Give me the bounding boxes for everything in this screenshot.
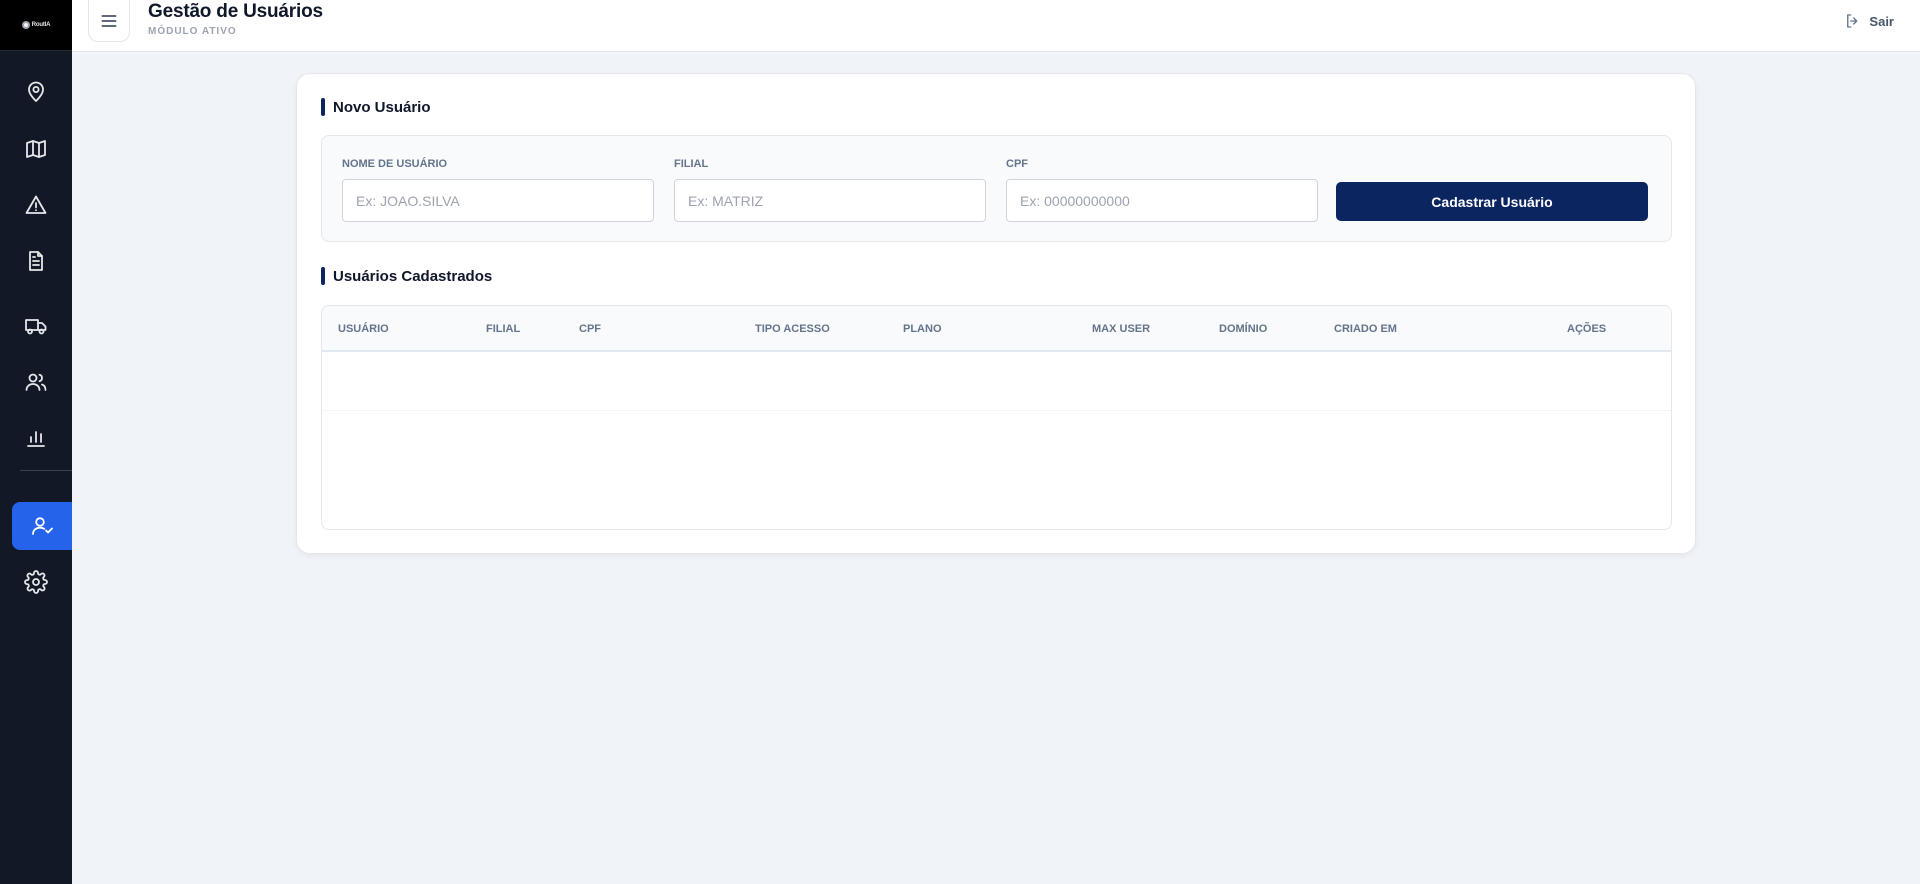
- users-table: USUÁRIO FILIAL CPF TIPO ACESSO PLANO MAX…: [321, 305, 1672, 530]
- username-input[interactable]: [342, 179, 654, 222]
- branch-label: FILIAL: [674, 158, 709, 170]
- map-pin-icon: [28, 81, 44, 102]
- column-header-created-at: CRIADO EM: [1334, 323, 1397, 335]
- users-table-header: USUÁRIO FILIAL CPF TIPO ACESSO PLANO MAX…: [322, 306, 1671, 352]
- logo-mark-icon: [21, 21, 30, 29]
- new-user-title-text: Novo Usuário: [333, 98, 431, 116]
- user-check-icon: [32, 517, 53, 535]
- gear-icon: [24, 570, 48, 594]
- column-header-cpf: CPF: [579, 323, 601, 335]
- menu-toggle-button[interactable]: [88, 0, 130, 42]
- cpf-input[interactable]: [1006, 179, 1318, 222]
- map-icon: [26, 140, 46, 158]
- user-management-card: Novo Usuário NOME DE USUÁRIO FILIAL CPF …: [296, 73, 1696, 554]
- logout-button[interactable]: Sair: [1844, 12, 1894, 30]
- sidebar-item-fleet[interactable]: [0, 302, 72, 350]
- registered-users-title-text: Usuários Cadastrados: [333, 267, 493, 285]
- column-header-access-type: TIPO ACESSO: [755, 323, 830, 335]
- register-user-button[interactable]: Cadastrar Usuário: [1336, 182, 1648, 221]
- column-header-max-user: MAX USER: [1092, 323, 1151, 335]
- logo: RoutIA: [21, 21, 51, 29]
- page-title: Gestão de Usuários: [148, 1, 323, 22]
- column-header-actions: AÇÕES: [1567, 323, 1607, 335]
- column-header-branch: FILIAL: [486, 323, 521, 335]
- top-header: Gestão de Usuários MÓDULO ATIVO Sair: [72, 0, 1920, 52]
- logout-label: Sair: [1869, 13, 1894, 29]
- sidebar-item-documents[interactable]: [0, 237, 72, 285]
- users-icon: [25, 373, 47, 391]
- sidebar-divider: [20, 470, 72, 471]
- sidebar-item-user-management[interactable]: [12, 502, 72, 550]
- column-header-domain: DOMÍNIO: [1219, 323, 1268, 335]
- new-user-form: NOME DE USUÁRIO FILIAL CPF Cadastrar Usu…: [321, 135, 1672, 242]
- bar-chart-icon: [27, 431, 45, 447]
- column-header-user: USUÁRIO: [338, 323, 389, 335]
- new-user-section-title: Novo Usuário: [321, 98, 431, 116]
- section-accent-bar: [321, 98, 325, 116]
- registered-users-section-title: Usuários Cadastrados: [321, 267, 492, 285]
- sidebar-item-drivers[interactable]: [0, 358, 72, 406]
- page-subtitle: MÓDULO ATIVO: [148, 26, 237, 37]
- truck-icon: [25, 319, 47, 335]
- sidebar-item-alerts[interactable]: [0, 181, 72, 229]
- section-accent-bar: [321, 267, 325, 285]
- logo-text: RoutIA: [31, 22, 51, 28]
- sidebar-item-locations[interactable]: [0, 68, 72, 116]
- sidebar-item-map[interactable]: [0, 125, 72, 173]
- username-label: NOME DE USUÁRIO: [342, 158, 448, 170]
- logo-area[interactable]: RoutIA: [0, 0, 72, 51]
- sidebar: RoutIA: [0, 0, 72, 884]
- logout-icon: [1847, 14, 1858, 28]
- sidebar-item-reports[interactable]: [0, 414, 72, 462]
- hamburger-menu-icon: [101, 14, 117, 27]
- table-body-divider: [322, 410, 1671, 411]
- column-header-plan: PLANO: [903, 323, 942, 335]
- branch-input[interactable]: [674, 179, 986, 222]
- alert-triangle-icon: [25, 195, 47, 214]
- sidebar-item-settings[interactable]: [0, 558, 72, 606]
- document-icon: [29, 251, 43, 271]
- cpf-label: CPF: [1006, 158, 1028, 170]
